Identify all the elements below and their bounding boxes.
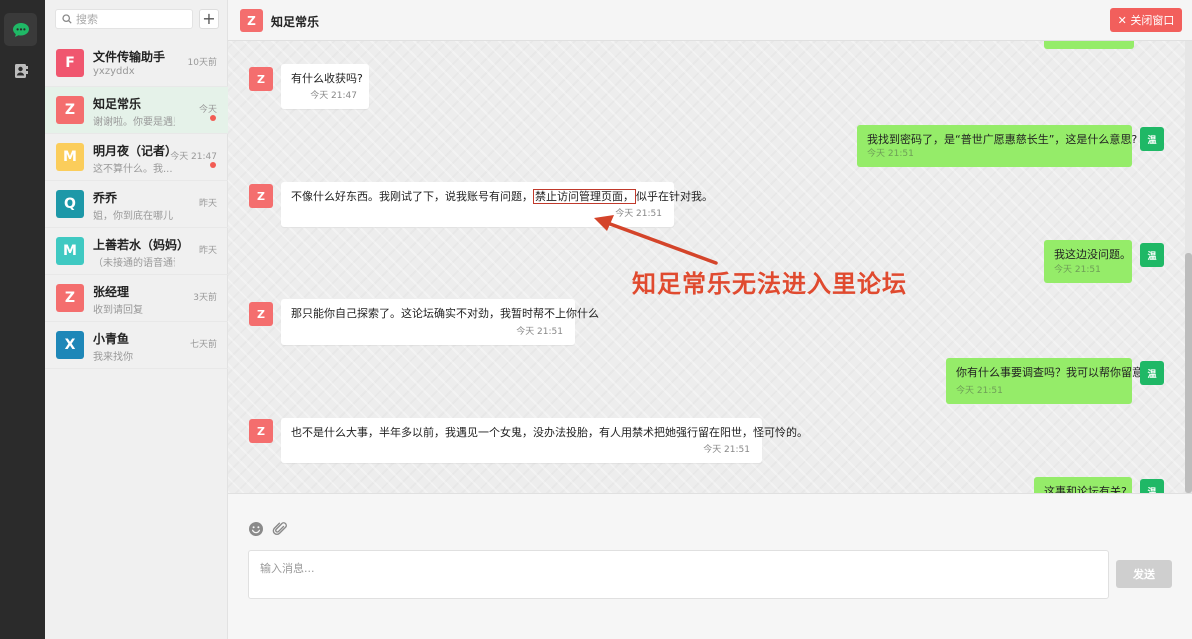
contact-time: 昨天	[198, 199, 217, 209]
chat-avatar[interactable]: Z	[240, 9, 263, 32]
message-time: 今天 21:51	[867, 149, 914, 159]
message-bubble: 也不是什么大事，半年多以前，我遇见一个女鬼，没办法投胎，有人用禁术把她强行留在阳…	[281, 418, 808, 463]
contact-avatar: F	[56, 49, 84, 77]
message-bubble: 你有什么事要调查吗？我可以帮你留意 今天 21:51	[946, 358, 1143, 404]
contact-panel: + F 文件传输助手 yxzyddx 10天前 Z 知足常乐谢谢啦。你要是遇见什... 今天…	[45, 0, 228, 639]
contact-name: 文件传输助手	[93, 50, 166, 64]
contact-time: 3天前	[193, 293, 217, 303]
message-bubble: 有什么收获吗? 今天 21:47	[281, 64, 369, 109]
contact-name: 张经理	[93, 285, 130, 299]
emoji-button[interactable]	[247, 520, 265, 538]
message-text: 那只能你自己探索了。这论坛确实不对劲，我暂时帮不上你什么	[291, 307, 599, 320]
contact-item[interactable]: F 文件传输助手 yxzyddx 10天前	[45, 40, 228, 87]
message-text: 我这边没问题。	[1054, 248, 1131, 261]
unread-dot	[210, 162, 216, 168]
contact-time: 今天	[198, 105, 217, 115]
scrollbar-thumb[interactable]	[1185, 253, 1192, 493]
message-input[interactable]	[248, 550, 1109, 599]
contact-list: F文件传输助手yxzyddx10天前Z知足常乐谢谢啦。你要是遇见什...今天M明…	[45, 40, 228, 369]
contact-name: 知足常乐	[93, 97, 142, 111]
message-time: 今天 21:51	[1054, 265, 1101, 275]
message-avatar[interactable]: Z	[249, 184, 273, 208]
message-avatar[interactable]: 温	[1140, 243, 1164, 267]
address-book-icon	[14, 63, 28, 78]
message-avatar[interactable]: 温	[1140, 361, 1164, 385]
message-list: Z 有什么收获吗? 今天 21:47 我找到密码了，是“普世广愿惠慈长生”，这是…	[228, 41, 1185, 493]
close-window-button[interactable]: ✕ 关闭窗口	[1110, 8, 1182, 32]
chat-bubble-icon	[12, 22, 29, 37]
send-button[interactable]: 发送	[1116, 560, 1172, 588]
chat-panel: Z 知足常乐 ✕ 关闭窗口 Z 有什么收获吗? 今天 21:47 我找到密码了，…	[228, 0, 1192, 639]
message-scrollbar[interactable]	[1185, 41, 1192, 493]
message-avatar[interactable]: Z	[249, 419, 273, 443]
contact-avatar: M	[56, 143, 84, 171]
add-contact-button[interactable]: +	[199, 9, 219, 29]
contact-preview: 这不算什么。我...	[93, 164, 173, 175]
contact-time: 今天 21:47	[170, 152, 217, 162]
contact-time: 10天前	[187, 58, 217, 68]
emoji-icon	[249, 522, 263, 536]
attach-button[interactable]	[271, 520, 289, 538]
message-bubble-partial	[1044, 41, 1134, 49]
message-text: 也不是什么大事，半年多以前，我遇见一个女鬼，没办法投胎，有人用禁术把她强行留在阳…	[291, 426, 808, 439]
contact-avatar: M	[56, 237, 84, 265]
contact-item[interactable]: M 明月夜（记者） 这不算什么。我... 今天 21:47	[45, 134, 228, 181]
contact-preview: 姐，你到底在哪儿	[93, 211, 173, 222]
message-bubble: 我这边没问题。 今天 21:51	[1044, 240, 1132, 283]
message-time: 今天 21:51	[956, 386, 1003, 396]
contact-preview: （未接通的语音通话）	[93, 258, 175, 269]
message-avatar[interactable]: 温	[1140, 479, 1164, 493]
search-bar: +	[55, 9, 238, 31]
composer: 发送	[228, 493, 1192, 639]
plus-icon: +	[202, 9, 216, 28]
message-bubble: 那只能你自己探索了。这论坛确实不对劲，我暂时帮不上你什么 今天 21:51	[281, 299, 599, 345]
message-text: 不像什么好东西。我刚试了下，说我账号有问题，	[291, 190, 533, 203]
contact-item[interactable]: M 上善若水（妈妈） （未接通的语音通话） 昨天	[45, 228, 228, 275]
search-box[interactable]	[55, 9, 193, 29]
contact-time: 七天前	[189, 340, 217, 350]
contact-name: 小青鱼	[93, 332, 130, 346]
message-text: 有什么收获吗?	[291, 72, 363, 85]
contact-avatar: Z	[56, 284, 84, 312]
contact-avatar: X	[56, 331, 84, 359]
message-avatar[interactable]: Z	[249, 302, 273, 326]
annotation-arrow	[594, 215, 718, 265]
chat-header: Z 知足常乐 ✕ 关闭窗口	[228, 0, 1192, 41]
contact-name: 乔乔	[93, 191, 118, 205]
contact-avatar: Z	[56, 96, 84, 124]
contact-avatar: Q	[56, 190, 84, 218]
contact-preview: 我来找你	[93, 352, 133, 363]
rail-chat-button[interactable]	[4, 13, 37, 46]
contact-item[interactable]: Z 知足常乐谢谢啦。你要是遇见什... 今天	[45, 87, 228, 134]
contact-name: 明月夜（记者）	[93, 144, 178, 158]
rail-contacts-button[interactable]	[4, 54, 37, 87]
contact-preview: 谢谢啦。你要是遇见什...	[93, 117, 175, 128]
message-text-tail: 似乎在针对我。	[636, 190, 713, 203]
contact-item[interactable]: Z 张经理收到请回复 3天前	[45, 275, 228, 322]
message-bubble: 我找到密码了，是“普世广愿惠慈长生”，这是什么意思? 今天 21:51	[857, 125, 1137, 167]
message-highlight: 禁止访问管理页面，	[533, 189, 636, 204]
message-avatar[interactable]: Z	[249, 67, 273, 91]
search-input[interactable]	[76, 12, 186, 26]
chat-title: 知足常乐	[271, 15, 320, 29]
contact-preview: 收到请回复	[93, 305, 143, 316]
contact-name: 上善若水（妈妈）	[93, 238, 190, 252]
contact-time: 昨天	[198, 246, 217, 256]
annotation-text: 知足常乐无法进入里论坛	[632, 270, 907, 298]
message-text: 这事和论坛有关?	[1044, 485, 1127, 493]
message-time: 今天 21:51	[516, 327, 563, 337]
contact-item[interactable]: X 小青鱼我来找你 七天前	[45, 322, 228, 369]
contact-preview: yxzyddx	[93, 66, 135, 77]
contact-item[interactable]: Q 乔乔姐，你到底在哪儿 昨天	[45, 181, 228, 228]
message-text: 我找到密码了，是“普世广愿惠慈长生”，这是什么意思?	[867, 133, 1138, 146]
message-avatar[interactable]: 温	[1140, 127, 1164, 151]
message-bubble: 这事和论坛有关?	[1034, 477, 1132, 493]
unread-dot	[210, 115, 216, 121]
paperclip-icon	[272, 522, 287, 536]
message-text: 你有什么事要调查吗？我可以帮你留意	[956, 366, 1143, 379]
message-time: 今天 21:51	[703, 445, 750, 455]
left-rail	[0, 0, 45, 639]
message-time: 今天 21:47	[310, 91, 357, 101]
search-icon	[62, 14, 72, 24]
